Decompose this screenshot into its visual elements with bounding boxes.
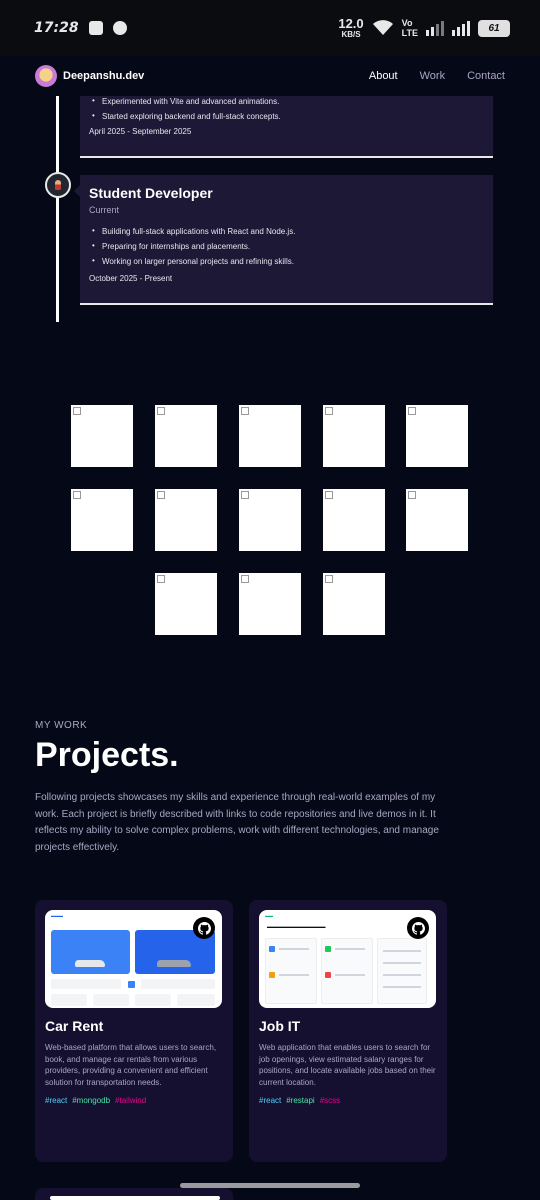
section-subtext: MY WORK — [35, 720, 88, 731]
tech-icon-placeholder — [323, 489, 385, 551]
home-indicator[interactable] — [180, 1183, 360, 1188]
volte-label: Vo — [401, 18, 413, 28]
project-title: Car Rent — [45, 1018, 104, 1034]
experience-point: Experimented with Vite and advanced anim… — [89, 96, 484, 106]
tech-icon-placeholder — [71, 489, 133, 551]
project-description: Web-based platform that allows users to … — [45, 1043, 217, 1087]
experience-point: Started exploring backend and full-stack… — [89, 111, 484, 121]
tech-icon-placeholder — [239, 573, 301, 635]
experience-title: Student Developer — [89, 185, 213, 201]
nav-link-contact[interactable]: Contact — [467, 70, 505, 82]
project-card: ▬▬▬ Car Rent Web-based platform that all… — [35, 900, 233, 1162]
experience-points: Building full-stack applications with Re… — [89, 226, 484, 266]
lte-label: LTE — [401, 28, 418, 38]
section-heading: Projects. — [35, 736, 179, 774]
network-speed-value: 12.0 — [338, 16, 364, 31]
tech-icon-placeholder — [239, 405, 301, 467]
whatsapp-icon — [112, 21, 127, 35]
github-icon[interactable] — [193, 917, 215, 939]
status-left: 17:28 — [34, 20, 127, 36]
nav-link-about[interactable]: About — [369, 70, 398, 82]
project-card: ▬▬ ▬▬▬▬▬▬▬▬▬▬▬▬▬ Job IT Web application … — [249, 900, 447, 1162]
experience-card: Experimented with Vite and advanced anim… — [80, 96, 493, 158]
sim-icon — [88, 21, 103, 35]
project-description: Web application that enables users to se… — [259, 1043, 436, 1087]
logo-icon — [35, 65, 57, 87]
status-time: 17:28 — [34, 20, 79, 36]
screenshot-logo: ▬▬▬ — [51, 913, 63, 918]
experience-point: Working on larger personal projects and … — [89, 256, 484, 266]
tech-icon-placeholder — [323, 573, 385, 635]
tech-icon-placeholder — [155, 573, 217, 635]
tech-icon-placeholder — [323, 405, 385, 467]
nav-links: About Work Contact — [369, 70, 505, 82]
project-tag: #react — [45, 1096, 68, 1105]
section-intro: Following projects showcases my skills a… — [35, 792, 439, 853]
brand-link[interactable]: Deepanshu.dev — [35, 65, 144, 87]
timeline-line — [56, 96, 59, 322]
signal-icon — [426, 20, 444, 36]
navbar: Deepanshu.dev About Work Contact — [0, 56, 540, 96]
experience-points: Experimented with Vite and advanced anim… — [89, 96, 484, 121]
wifi-icon — [372, 20, 393, 35]
brand-name: Deepanshu.dev — [63, 70, 145, 82]
nav-link-work[interactable]: Work — [420, 70, 445, 82]
project-tags: #react #mongodb #tailwind — [45, 1096, 223, 1105]
project-screenshot: ▬▬▬ — [45, 910, 222, 1008]
tech-icon-placeholder — [155, 489, 217, 551]
project-tag: #mongodb — [72, 1096, 111, 1105]
screenshot-title: ▬▬▬▬▬▬▬▬▬▬▬▬▬ — [267, 924, 326, 929]
timeline-node-icon — [45, 172, 71, 198]
project-tag: #react — [259, 1096, 282, 1105]
project-screenshot: ▬▬ ▬▬▬▬▬▬▬▬▬▬▬▬▬ — [259, 910, 436, 1008]
experience-subtitle: Current — [89, 205, 120, 215]
project-card-partial — [35, 1188, 233, 1200]
network-speed-unit: KB/S — [341, 30, 361, 39]
volte-indicator: Vo LTE — [402, 18, 418, 38]
tech-icon-placeholder — [155, 405, 217, 467]
network-speed: 12.0 KB/S — [338, 17, 363, 39]
experience-card: Student Developer Current Building full-… — [74, 175, 493, 305]
project-tags: #react #restapi #scss — [259, 1096, 437, 1105]
github-icon[interactable] — [407, 917, 429, 939]
tech-icon-placeholder — [71, 405, 133, 467]
status-bar: 17:28 12.0 KB/S Vo LTE 61 — [0, 0, 540, 56]
status-right: 12.0 KB/S Vo LTE 61 — [338, 17, 510, 39]
screenshot-logo: ▬▬ — [265, 913, 273, 918]
tech-icon-placeholder — [239, 489, 301, 551]
tech-icon-placeholder — [406, 489, 468, 551]
project-tag: #scss — [319, 1096, 341, 1105]
experience-date: October 2025 - Present — [89, 274, 173, 283]
signal-icon-2 — [452, 20, 470, 36]
project-tag: #tailwind — [115, 1096, 147, 1105]
experience-point: Building full-stack applications with Re… — [89, 226, 484, 236]
tech-icon-placeholder — [406, 405, 468, 467]
project-tag: #restapi — [286, 1096, 315, 1105]
battery-icon: 61 — [478, 19, 510, 37]
experience-date: April 2025 - September 2025 — [89, 127, 192, 136]
experience-point: Preparing for internships and placements… — [89, 241, 484, 251]
project-title: Job IT — [259, 1018, 301, 1034]
